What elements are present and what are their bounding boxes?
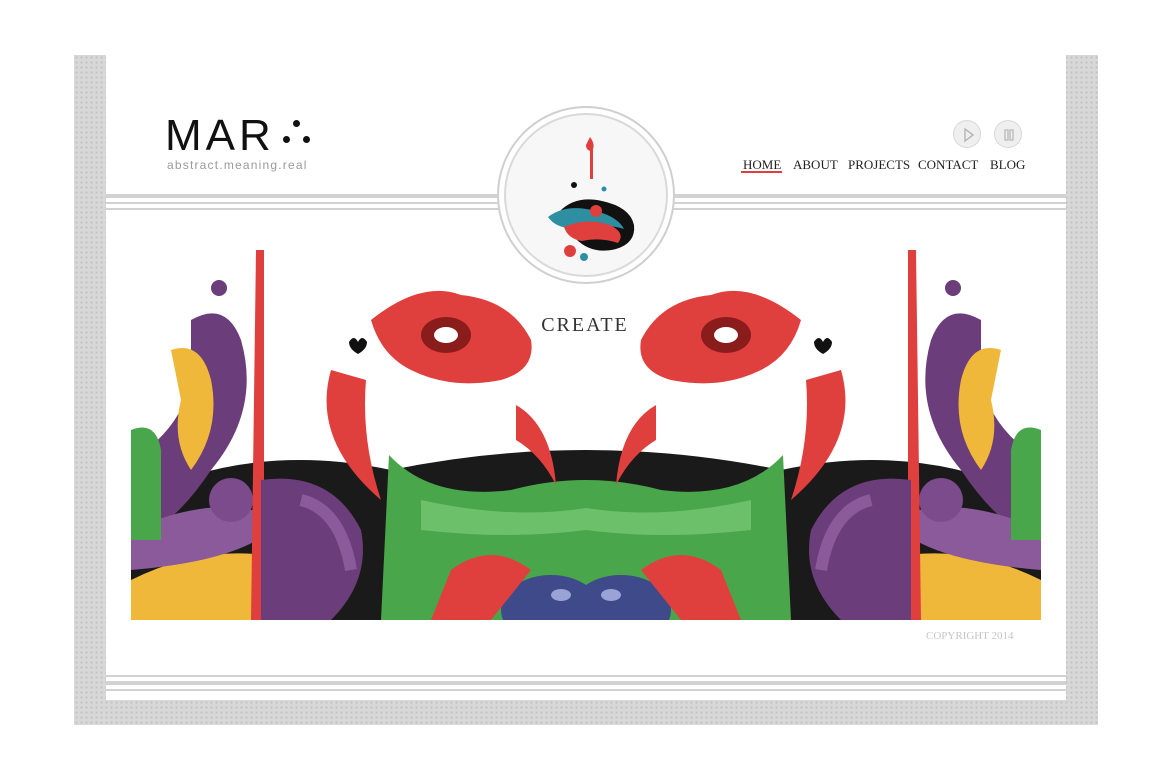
footer-divider [106,675,1066,695]
pause-button[interactable] [994,120,1022,148]
nav-contact[interactable]: CONTACT [918,157,978,173]
nav-blog[interactable]: BLOG [990,157,1025,173]
paint-splash-icon [548,137,635,261]
hero-title: CREATE [541,314,629,336]
logo-dots-icon [281,114,311,144]
nav-projects[interactable]: PROJECTS [848,157,910,173]
play-icon [964,127,975,143]
copyright-text: COPYRIGHT 2014 [926,630,1014,642]
logo-tagline: abstract.meaning.real [167,158,308,172]
play-button[interactable] [953,120,981,148]
abstract-illustration [131,250,1041,620]
logo-text: MAR [165,111,275,160]
emblem-badge [497,106,675,284]
nav-about[interactable]: ABOUT [793,157,838,173]
pause-icon [1004,129,1014,141]
nav-active-indicator [741,171,782,173]
hero-artwork [131,240,1041,620]
site-logo[interactable]: MAR [165,114,311,158]
